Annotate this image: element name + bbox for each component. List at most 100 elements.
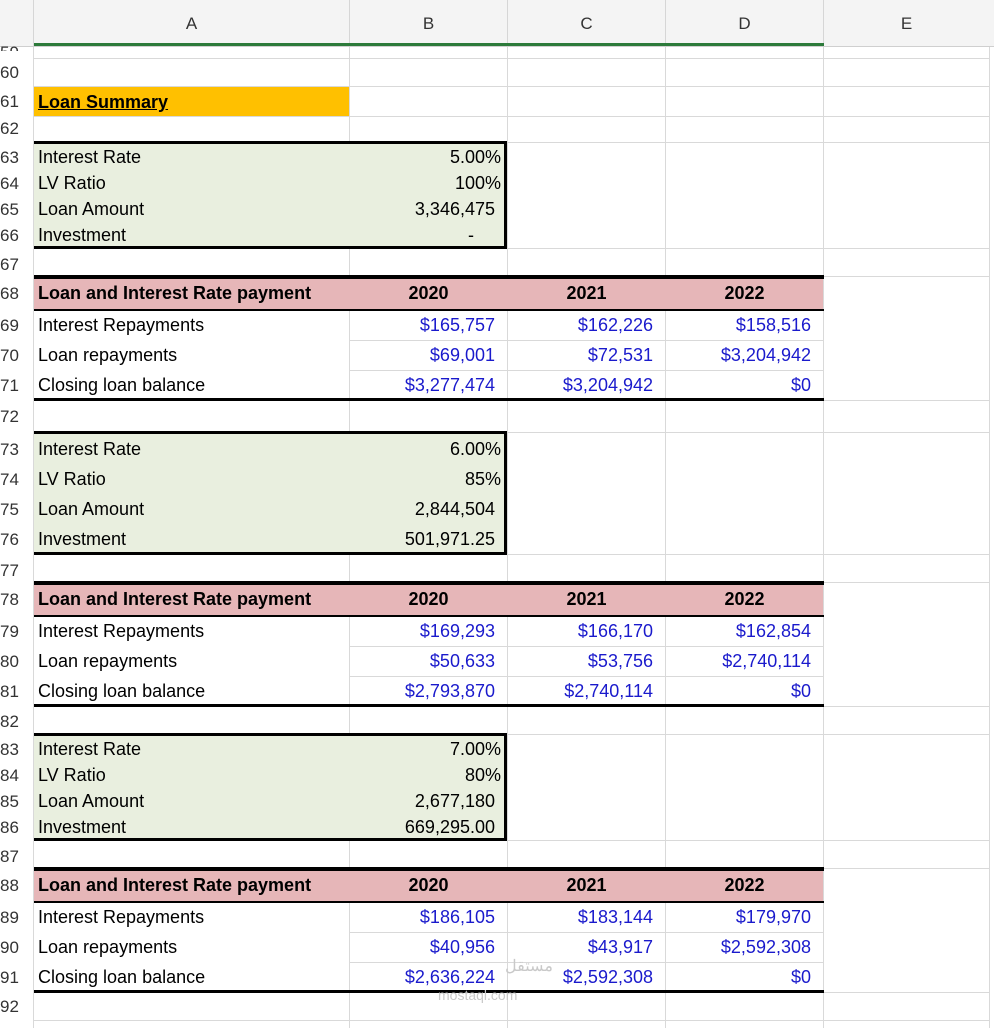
value-cell[interactable]: $3,204,942: [508, 376, 653, 394]
row-number[interactable]: 87: [0, 848, 19, 865]
column-header-b[interactable]: B: [350, 14, 507, 34]
row-number[interactable]: 81: [0, 683, 19, 700]
value-cell[interactable]: $2,592,308: [666, 938, 811, 956]
row-number[interactable]: 82: [0, 713, 19, 730]
row-label[interactable]: Loan repayments: [38, 346, 177, 364]
row-number[interactable]: 62: [0, 120, 19, 137]
param-value[interactable]: 85%: [350, 470, 501, 488]
year-header[interactable]: 2021: [508, 284, 665, 302]
row-number[interactable]: 86: [0, 819, 19, 836]
row-number[interactable]: 84: [0, 767, 19, 784]
row-number[interactable]: 63: [0, 149, 19, 166]
row-number[interactable]: 85: [0, 793, 19, 810]
param-label[interactable]: Investment: [38, 226, 126, 244]
param-label[interactable]: Investment: [38, 530, 126, 548]
value-cell[interactable]: $72,531: [508, 346, 653, 364]
value-cell[interactable]: $2,636,224: [350, 968, 495, 986]
row-number[interactable]: 77: [0, 562, 19, 579]
row-label[interactable]: Loan repayments: [38, 652, 177, 670]
value-cell[interactable]: $40,956: [350, 938, 495, 956]
param-value[interactable]: 100%: [350, 174, 501, 192]
param-value[interactable]: 3,346,475: [350, 200, 495, 218]
row-number[interactable]: 76: [0, 531, 19, 548]
param-value[interactable]: 6.00%: [350, 440, 501, 458]
column-header-e[interactable]: E: [824, 14, 989, 34]
row-number[interactable]: 70: [0, 347, 19, 364]
row-number[interactable]: 73: [0, 441, 19, 458]
row-number[interactable]: 60: [0, 64, 19, 81]
table-header-label[interactable]: Loan and Interest Rate payment: [38, 876, 311, 894]
param-label[interactable]: LV Ratio: [38, 766, 106, 784]
param-label[interactable]: Loan Amount: [38, 200, 144, 218]
row-number[interactable]: 71: [0, 377, 19, 394]
row-number[interactable]: 75: [0, 501, 19, 518]
param-label[interactable]: Interest Rate: [38, 148, 141, 166]
value-cell[interactable]: $50,633: [350, 652, 495, 670]
row-label[interactable]: Interest Repayments: [38, 908, 204, 926]
year-header[interactable]: 2020: [350, 590, 507, 608]
column-header-a[interactable]: A: [34, 14, 349, 34]
value-cell[interactable]: $0: [666, 376, 811, 394]
param-label[interactable]: Interest Rate: [38, 740, 141, 758]
year-header[interactable]: 2022: [666, 590, 823, 608]
row-number[interactable]: 88: [0, 877, 19, 894]
row-number[interactable]: 68: [0, 285, 19, 302]
table-header-label[interactable]: Loan and Interest Rate payment: [38, 284, 311, 302]
year-header[interactable]: 2021: [508, 876, 665, 894]
value-cell[interactable]: $162,854: [666, 622, 811, 640]
param-value[interactable]: 5.00%: [350, 148, 501, 166]
row-label[interactable]: Closing loan balance: [38, 682, 205, 700]
value-cell[interactable]: $2,740,114: [508, 682, 653, 700]
row-number[interactable]: 67: [0, 256, 19, 273]
row-number[interactable]: 65: [0, 201, 19, 218]
value-cell[interactable]: $69,001: [350, 346, 495, 364]
row-number[interactable]: 69: [0, 317, 19, 334]
param-value[interactable]: 669,295.00: [350, 818, 495, 836]
param-label[interactable]: Investment: [38, 818, 126, 836]
value-cell[interactable]: $166,170: [508, 622, 653, 640]
value-cell[interactable]: $43,917: [508, 938, 653, 956]
loan-summary-title[interactable]: Loan Summary: [38, 93, 168, 111]
param-label[interactable]: LV Ratio: [38, 174, 106, 192]
row-number[interactable]: 74: [0, 471, 19, 488]
param-value[interactable]: 2,844,504: [350, 500, 495, 518]
row-number[interactable]: 92: [0, 998, 19, 1015]
value-cell[interactable]: $53,756: [508, 652, 653, 670]
row-label[interactable]: Loan repayments: [38, 938, 177, 956]
value-cell[interactable]: $169,293: [350, 622, 495, 640]
column-header-d[interactable]: D: [666, 14, 823, 34]
param-value[interactable]: 80%: [350, 766, 501, 784]
row-label[interactable]: Closing loan balance: [38, 376, 205, 394]
value-cell[interactable]: $0: [666, 682, 811, 700]
year-header[interactable]: 2020: [350, 876, 507, 894]
value-cell[interactable]: $165,757: [350, 316, 495, 334]
value-cell[interactable]: $158,516: [666, 316, 811, 334]
row-label[interactable]: Closing loan balance: [38, 968, 205, 986]
row-number[interactable]: 72: [0, 408, 19, 425]
param-label[interactable]: Loan Amount: [38, 792, 144, 810]
value-cell[interactable]: $3,204,942: [666, 346, 811, 364]
value-cell[interactable]: $2,740,114: [666, 652, 811, 670]
row-number[interactable]: 64: [0, 175, 19, 192]
value-cell[interactable]: $2,793,870: [350, 682, 495, 700]
value-cell[interactable]: $162,226: [508, 316, 653, 334]
table-header-label[interactable]: Loan and Interest Rate payment: [38, 590, 311, 608]
param-value[interactable]: 7.00%: [350, 740, 501, 758]
year-header[interactable]: 2020: [350, 284, 507, 302]
param-value[interactable]: -: [350, 226, 474, 244]
value-cell[interactable]: $179,970: [666, 908, 811, 926]
value-cell[interactable]: $186,105: [350, 908, 495, 926]
param-value[interactable]: 501,971.25: [350, 530, 495, 548]
param-label[interactable]: LV Ratio: [38, 470, 106, 488]
value-cell[interactable]: $3,277,474: [350, 376, 495, 394]
row-number[interactable]: 90: [0, 939, 19, 956]
row-number[interactable]: 61: [0, 93, 19, 110]
row-number[interactable]: 89: [0, 909, 19, 926]
param-label[interactable]: Loan Amount: [38, 500, 144, 518]
row-number[interactable]: 83: [0, 741, 19, 758]
value-cell[interactable]: $183,144: [508, 908, 653, 926]
value-cell[interactable]: $0: [666, 968, 811, 986]
row-number[interactable]: 80: [0, 653, 19, 670]
row-number[interactable]: 66: [0, 227, 19, 244]
param-value[interactable]: 2,677,180: [350, 792, 495, 810]
